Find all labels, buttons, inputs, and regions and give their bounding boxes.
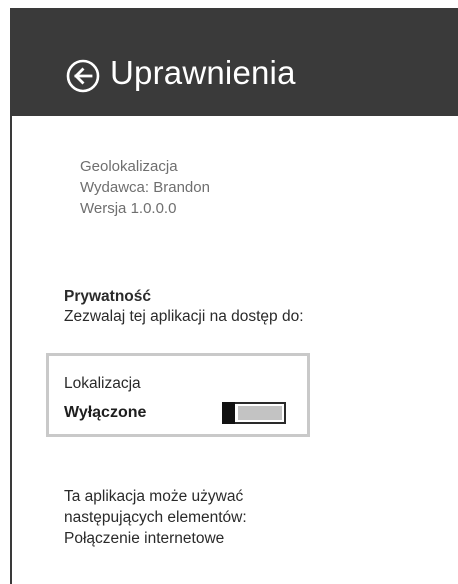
app-info: Geolokalizacja Wydawca: Brandon Wersja 1… xyxy=(80,156,210,219)
capabilities-intro-line-1: Ta aplikacja może używać xyxy=(64,488,244,505)
location-setting-label: Lokalizacja xyxy=(64,375,141,392)
app-name: Geolokalizacja xyxy=(80,158,178,175)
privacy-description: Zezwalaj tej aplikacji na dostęp do: xyxy=(64,308,304,325)
page-title: Uprawnienia xyxy=(110,54,296,91)
back-arrow-circle-icon xyxy=(66,59,100,93)
permissions-pane: Uprawnienia Geolokalizacja Wydawca: Bran… xyxy=(10,8,458,584)
capability-item-internet: Połączenie internetowe xyxy=(64,530,225,547)
privacy-section: Prywatność Zezwalaj tej aplikacji na dos… xyxy=(64,287,304,327)
toggle-track xyxy=(238,406,282,420)
capabilities-intro-line-2: następujących elementów: xyxy=(64,509,247,526)
app-publisher: Wydawca: Brandon xyxy=(80,179,210,196)
back-button[interactable] xyxy=(66,59,100,93)
capabilities-section: Ta aplikacja może używać następujących e… xyxy=(64,486,247,549)
location-toggle[interactable] xyxy=(222,402,286,424)
header-bar: Uprawnienia xyxy=(12,8,458,116)
location-state-label: Wyłączone xyxy=(64,404,147,421)
toggle-thumb[interactable] xyxy=(222,402,235,424)
location-setting: Lokalizacja Wyłączone xyxy=(46,353,310,437)
app-version: Wersja 1.0.0.0 xyxy=(80,200,177,217)
privacy-heading: Prywatność xyxy=(64,288,152,305)
